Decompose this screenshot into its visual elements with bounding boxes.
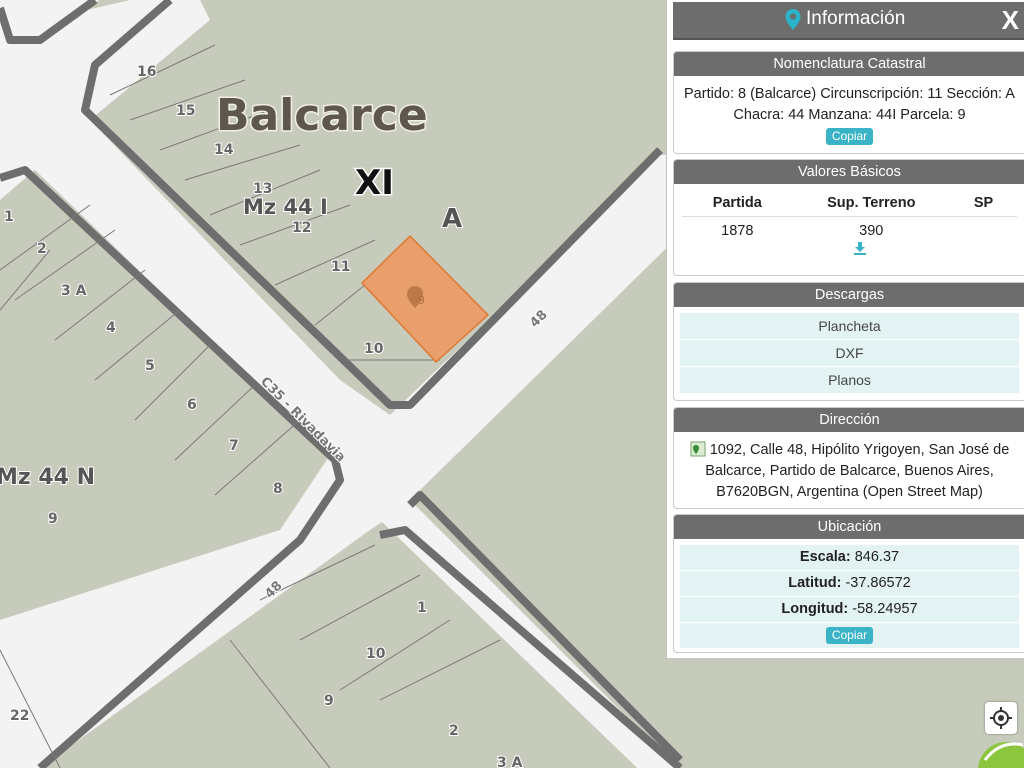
- lot-number: 14: [214, 142, 234, 158]
- lot-number: 2: [37, 241, 47, 257]
- lot-number: 9: [48, 511, 58, 527]
- column-header: SP: [949, 192, 1017, 217]
- descargas-section: Descargas Plancheta DXF Planos: [673, 282, 1024, 401]
- latitud-label: Latitud:: [788, 575, 842, 591]
- section-label: XI: [355, 163, 394, 203]
- longitud-label: Longitud:: [781, 601, 849, 617]
- lot-number: 11: [331, 259, 350, 275]
- panel-title: Información: [806, 8, 906, 29]
- section-header: Dirección: [674, 408, 1024, 432]
- longitud-row: Longitud: -58.24957: [680, 597, 1019, 623]
- lot-number: 2: [449, 723, 459, 739]
- lot-number: 9: [324, 693, 334, 709]
- lot-number: 5: [145, 358, 155, 374]
- ubicacion-section: Ubicación Escala: 846.37 Latitud: -37.86…: [673, 514, 1024, 653]
- table-cell: 390: [859, 223, 884, 239]
- lot-number: 3 A: [497, 755, 523, 768]
- copy-nomenclatura-button[interactable]: Copiar: [825, 128, 874, 145]
- lot-number: 10: [364, 341, 384, 357]
- manzana-label: Mz 44 N: [0, 465, 95, 490]
- table-cell: 1878: [721, 223, 754, 239]
- copy-ubicacion-button[interactable]: Copiar: [825, 627, 874, 644]
- download-icon[interactable]: [853, 241, 867, 255]
- section-header: Descargas: [674, 283, 1024, 307]
- lot-number: 6: [187, 397, 197, 413]
- location-pin-icon: [785, 9, 801, 30]
- locate-button[interactable]: [985, 702, 1017, 734]
- lot-number: 15: [176, 103, 195, 119]
- latitud-value: -37.86572: [845, 575, 911, 591]
- lot-number: 1: [4, 209, 14, 225]
- column-header: Partida: [682, 192, 793, 217]
- lot-number: 22: [10, 708, 29, 724]
- map-icon: [690, 441, 706, 457]
- column-header: Sup. Terreno: [792, 192, 950, 217]
- direccion-section: Dirección 1092, Calle 48, Hipólito Yrigo…: [673, 407, 1024, 509]
- close-button[interactable]: X: [1002, 5, 1019, 36]
- section-header: Ubicación: [674, 515, 1024, 539]
- panel-header: Información X: [673, 2, 1024, 40]
- lot-number: 1: [417, 600, 427, 616]
- address-line: B7620BGN, Argentina (Open Street Map): [716, 484, 983, 500]
- lot-number: 8: [273, 481, 283, 497]
- table-cell: [950, 217, 1017, 242]
- lot-number: 13: [253, 181, 272, 197]
- lot-number: 4: [106, 320, 116, 336]
- lot-number: 10: [366, 646, 386, 662]
- nomenclatura-line: Chacra: 44 Manzana: 44I Parcela: 9: [733, 107, 966, 123]
- valores-table: Partida Sup. Terreno SP 1878 390: [682, 192, 1017, 241]
- valores-section: Valores Básicos Partida Sup. Terreno SP …: [673, 159, 1024, 276]
- escala-row: Escala: 846.37: [680, 545, 1019, 571]
- longitud-value: -58.24957: [852, 601, 918, 617]
- lot-number: 3 A: [61, 283, 87, 299]
- address-line: Balcarce, Partido de Balcarce, Buenos Ai…: [705, 463, 994, 479]
- lot-number: 16: [137, 64, 156, 80]
- subsection-label: A: [442, 204, 462, 234]
- lot-number: 7: [229, 438, 239, 454]
- selected-parcel-number: 9: [418, 293, 425, 307]
- section-header: Valores Básicos: [674, 160, 1024, 184]
- table-row: 1878 390: [682, 217, 1017, 242]
- section-header: Nomenclatura Catastral: [674, 52, 1024, 76]
- download-planos-link[interactable]: Planos: [680, 367, 1019, 394]
- nomenclatura-section: Nomenclatura Catastral Partido: 8 (Balca…: [673, 51, 1024, 154]
- lot-number: 12: [292, 220, 311, 236]
- download-dxf-link[interactable]: DXF: [680, 340, 1019, 367]
- escala-value: 846.37: [854, 549, 900, 565]
- town-label: Balcarce: [216, 90, 428, 141]
- escala-label: Escala:: [799, 549, 851, 565]
- info-panel: Información X Nomenclatura Catastral Par…: [666, 0, 1024, 659]
- latitud-row: Latitud: -37.86572: [680, 571, 1019, 597]
- address-line: 1092, Calle 48, Hipólito Yrigoyen, San J…: [709, 442, 1010, 458]
- nomenclatura-line: Partido: 8 (Balcarce) Circunscripción: 1…: [684, 86, 1015, 102]
- download-plancheta-link[interactable]: Plancheta: [680, 313, 1019, 340]
- manzana-label: Mz 44 I: [243, 195, 328, 219]
- crosshair-icon: [990, 707, 1012, 729]
